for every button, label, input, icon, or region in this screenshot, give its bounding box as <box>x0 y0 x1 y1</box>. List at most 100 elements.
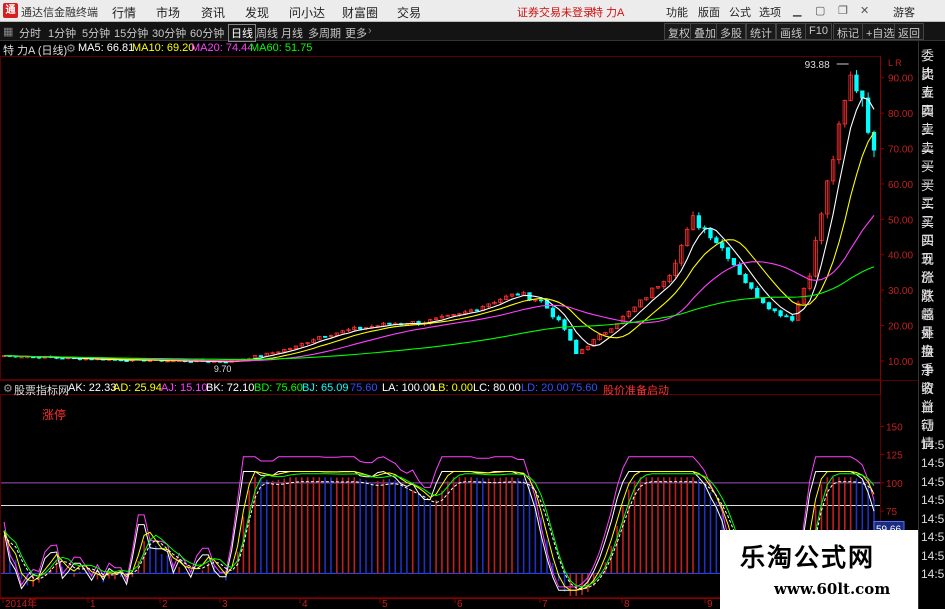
candle-body <box>270 352 275 355</box>
sidebar-item[interactable]: 14:5 <box>921 454 945 472</box>
settings-gear-icon[interactable]: ⚙ <box>66 42 76 55</box>
ind-y-tick-label: 75 <box>886 507 898 518</box>
sidebar-item[interactable]: 14:5 <box>921 565 945 583</box>
candle-body <box>556 316 561 321</box>
candle-body <box>760 297 766 304</box>
candle-body <box>696 215 701 229</box>
x-tick-label: 3 <box>222 599 228 609</box>
sidebar-item[interactable]: 14:5 <box>921 547 945 565</box>
candle-body <box>790 316 795 321</box>
x-tick-label: 5 <box>382 599 388 609</box>
candle-body <box>714 237 719 244</box>
ind-bj: BJ: 65.09 <box>302 382 349 394</box>
x-tick-label: 4 <box>302 599 308 609</box>
main-chart-frame <box>0 56 881 380</box>
y-tick-label: 50.00 <box>888 215 913 226</box>
ind-signal-text: 股价准备启动 <box>603 385 669 397</box>
ind-ad: AD: 25.94 <box>113 382 162 394</box>
ind-lb: LB: 0.00 <box>432 382 473 394</box>
sidebar-item[interactable]: 14:5 <box>921 510 945 528</box>
right-sidebar: 委比 卖五 卖四 卖三 卖二 卖一 买一 买二 买三 买四 买五 现价 涨跌 涨幅 总量 外盘 换手 净资 收益 自动… <box>918 41 945 609</box>
candle-body <box>708 228 713 239</box>
indicator-name: 股票指标网 <box>14 385 69 397</box>
candle-body <box>515 293 520 296</box>
indicator-gear-icon[interactable]: ⚙ <box>3 382 13 395</box>
candle-body <box>755 287 760 299</box>
ind-bk: BK: 72.10 <box>206 382 255 394</box>
ind-aj: AJ: 15.10 <box>161 382 208 394</box>
candle-body <box>860 90 865 99</box>
ind-ld: LD: 20.00 <box>521 382 569 394</box>
y-tick-label: 10.00 <box>888 357 913 368</box>
ma60-label: MA60: 51.75 <box>250 42 313 54</box>
candle-body <box>323 335 328 338</box>
sidebar-item[interactable]: 14:5 <box>921 491 945 509</box>
indicator-header: ⚙ 股票指标网 AK: 22.33 AD: 25.94 AJ: 15.10 BK… <box>0 380 918 397</box>
x-tick-label: 7 <box>542 599 548 609</box>
y-tick-label: 30.00 <box>888 286 913 297</box>
candle-body <box>562 319 567 330</box>
candle-body <box>854 74 859 92</box>
candle-body <box>766 302 772 310</box>
ind-la: LA: 100.00 <box>382 382 436 394</box>
watermark-title: 乐淘公式网 <box>740 543 876 572</box>
y-tick-label: 40.00 <box>888 251 913 262</box>
ma20-label: MA20: 74.44 <box>191 42 254 54</box>
candle-body <box>720 242 725 249</box>
ind-bd: BD: 75.60 <box>254 382 303 394</box>
stock-label: 特 力A (日线) <box>3 45 68 57</box>
ind-ak: AK: 22.33 <box>68 382 117 394</box>
candle-body <box>258 355 264 358</box>
y-tick-label: 90.00 <box>888 74 913 85</box>
ind-y-tick-label: 125 <box>886 451 903 462</box>
watermark-url: www.60lt.com <box>774 580 891 598</box>
ma10-line <box>4 132 875 362</box>
ind-y-tick-label: 150 <box>886 422 903 433</box>
corner-label: L R <box>888 58 902 68</box>
candle-body <box>568 328 573 341</box>
chart-area[interactable]: 93.88 9.70 90.00 80.00 70.00 60.00 50.00 40.00… <box>0 0 918 609</box>
candle-body <box>387 322 392 325</box>
y-tick-label: 20.00 <box>888 322 913 333</box>
candle-body <box>574 339 579 355</box>
low-price-label: 9.70 <box>214 364 232 374</box>
x-tick-label: 2014年 <box>5 597 37 609</box>
candle-body <box>527 292 532 301</box>
ma5-label: MA5: 66.81 <box>78 42 135 54</box>
x-tick-label: 9 <box>707 599 713 609</box>
candle-body <box>358 326 363 330</box>
ind-value-1: 75.60 <box>350 382 378 394</box>
ind-y-tick-label: 100 <box>886 479 903 490</box>
candlestick-series <box>1 70 877 364</box>
x-tick-label: 6 <box>457 599 463 609</box>
candle-body <box>737 264 742 275</box>
y-tick-label: 70.00 <box>888 145 913 156</box>
sidebar-item[interactable]: 14:5 <box>921 436 945 454</box>
main-y-axis: 90.00 80.00 70.00 60.00 50.00 40.00 30.00 20.00… <box>880 58 913 368</box>
limit-up-annotation: 涨停 <box>42 408 67 422</box>
candle-body <box>474 309 480 312</box>
x-tick-label: 2 <box>162 599 168 609</box>
sidebar-item[interactable]: 14:5 <box>921 473 945 491</box>
ma10-label: MA10: 69.20 <box>132 42 195 54</box>
candle-body <box>725 247 731 259</box>
candle-body <box>749 282 754 289</box>
candle-body <box>784 315 789 318</box>
high-price-label: 93.88 <box>805 60 830 71</box>
candle-body <box>539 299 544 302</box>
x-tick-label: 1 <box>90 599 96 609</box>
candle-body <box>778 310 783 317</box>
ind-value-2: 75.60 <box>570 382 598 394</box>
sidebar-item[interactable]: 14:5 <box>921 528 945 546</box>
y-tick-label: 60.00 <box>888 180 913 191</box>
candle-body <box>550 307 555 318</box>
ma-lines: 93.88 9.70 <box>4 60 875 374</box>
y-tick-label: 80.00 <box>888 109 913 120</box>
ma20-line <box>4 215 875 362</box>
candle-body <box>743 274 748 284</box>
x-tick-label: 8 <box>624 599 630 609</box>
candle-body <box>866 97 871 133</box>
candle-body <box>731 258 737 266</box>
ind-lc: LC: 80.00 <box>473 382 521 394</box>
candle-body <box>772 308 777 312</box>
